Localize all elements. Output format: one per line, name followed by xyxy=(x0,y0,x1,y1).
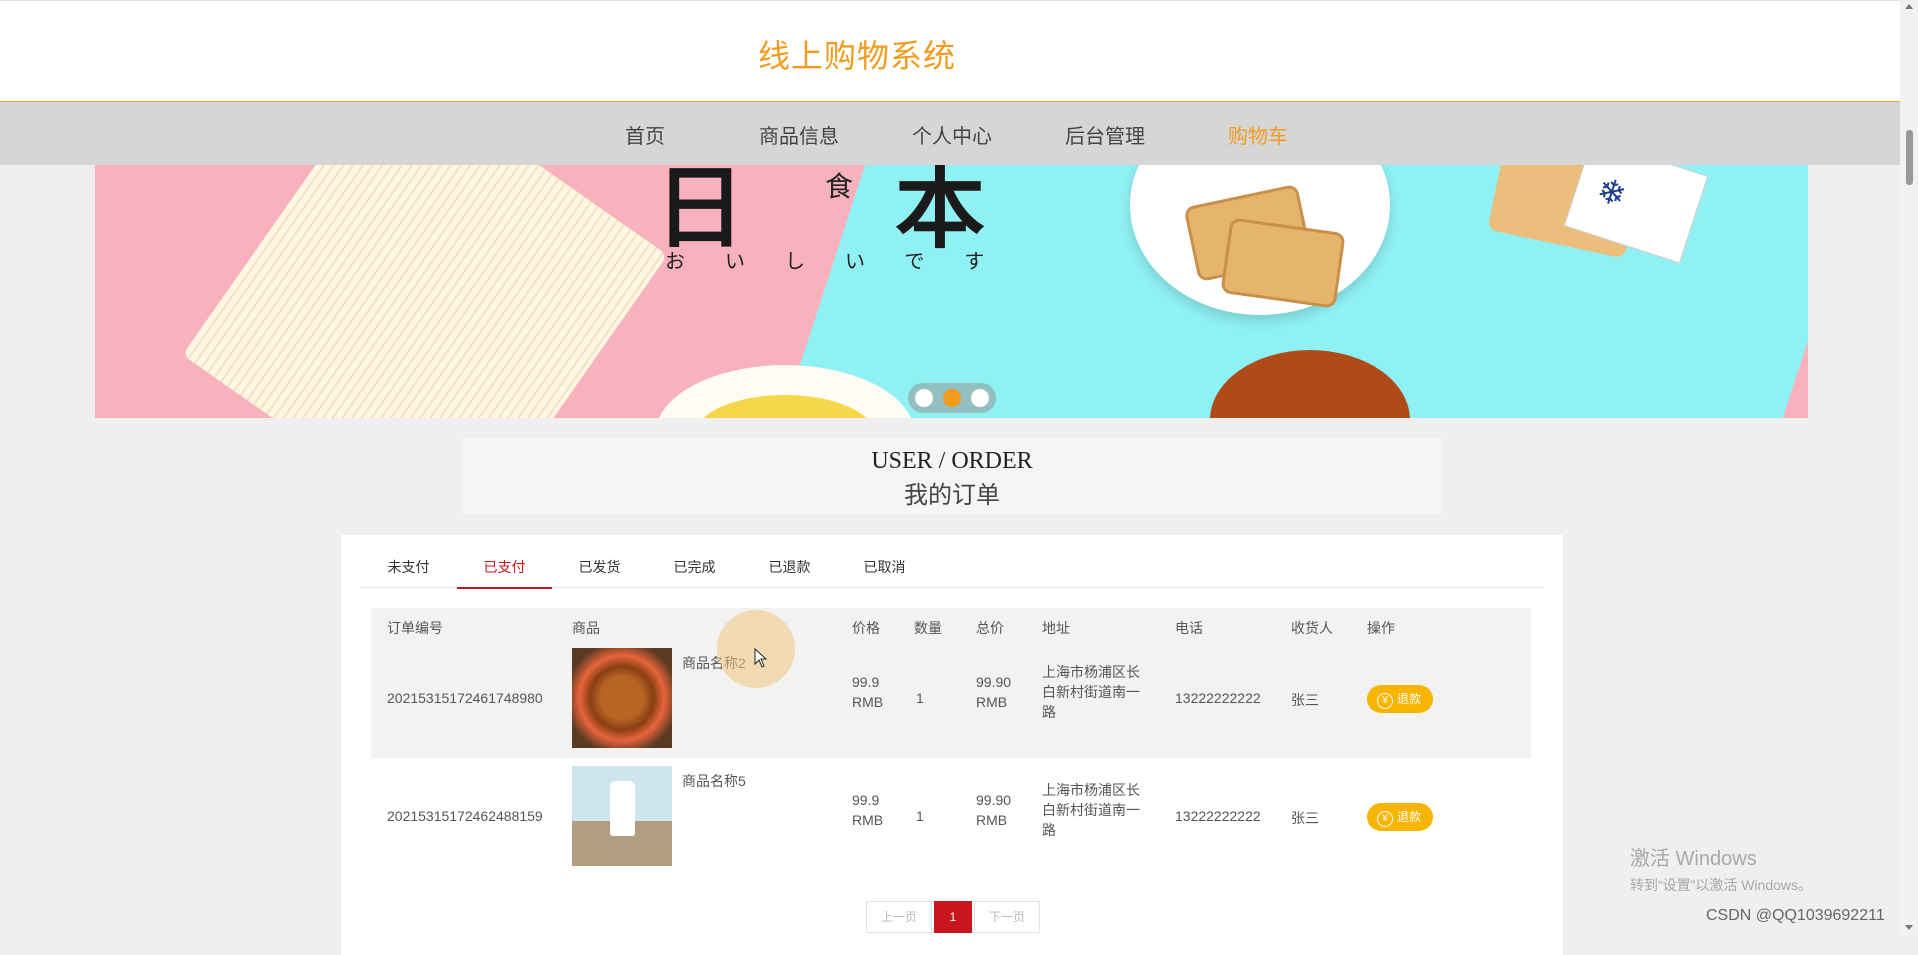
receiver: 张三 xyxy=(1291,810,1319,826)
price-unit: RMB xyxy=(852,812,884,828)
col-phone: 电话 xyxy=(1175,620,1203,636)
total-value: 99.90 xyxy=(976,674,1012,690)
address-line: 上海市杨浦区长 xyxy=(1042,782,1140,798)
col-total: 总价 xyxy=(976,620,1004,636)
nav-item-home[interactable]: 首页 xyxy=(625,120,665,149)
address-line: 白新村街道南一 xyxy=(1042,802,1140,818)
main-nav: 首页 商品信息 个人中心 后台管理 购物车 xyxy=(0,102,1900,165)
tab-cancelled[interactable]: 已取消 xyxy=(837,557,932,587)
nav-item-admin[interactable]: 后台管理 xyxy=(1065,120,1145,149)
milk-image[interactable] xyxy=(572,766,672,866)
col-action: 操作 xyxy=(1367,620,1395,636)
price-unit: RMB xyxy=(852,694,884,710)
col-quantity: 数量 xyxy=(914,620,942,636)
section-title-cn: 我的订单 xyxy=(904,483,1000,509)
col-price: 价格 xyxy=(852,620,880,636)
total-value: 99.90 xyxy=(976,792,1012,808)
site-title[interactable]: 线上购物系统 xyxy=(758,31,956,77)
address: 上海市杨浦区长 白新村街道南一 路 xyxy=(1042,662,1140,722)
quantity: 1 xyxy=(916,690,924,706)
carousel-dots xyxy=(908,383,996,413)
table-row: 20215315172462488159 商品名称5 99.9 RMB 1 99… xyxy=(371,758,1531,876)
address-line: 上海市杨浦区长 xyxy=(1042,664,1140,680)
scroll-down-arrow-icon[interactable] xyxy=(1905,925,1913,930)
nav-item-products[interactable]: 商品信息 xyxy=(759,120,839,149)
section-title-en: USER / ORDER xyxy=(871,448,1033,474)
price: 99.9 RMB xyxy=(852,790,883,830)
scroll-thumb[interactable] xyxy=(1906,130,1913,185)
table-row: 20215315172461748980 商品名称2 99.9 RMB 1 99… xyxy=(371,640,1531,758)
price: 99.9 RMB xyxy=(852,672,883,712)
scroll-up-arrow-icon[interactable] xyxy=(1905,4,1913,9)
address-line: 路 xyxy=(1042,822,1056,838)
receiver: 张三 xyxy=(1291,692,1319,708)
order-number: 20215315172461748980 xyxy=(387,690,543,706)
address-line: 路 xyxy=(1042,704,1056,720)
col-address: 地址 xyxy=(1042,620,1070,636)
address-line: 白新村街道南一 xyxy=(1042,684,1140,700)
header-bar: 线上购物系统 xyxy=(0,0,1900,103)
yen-icon: ¥ xyxy=(1377,811,1393,827)
prev-page-button[interactable]: 上一页 xyxy=(866,901,932,933)
banner-noodles xyxy=(182,165,668,418)
col-product: 商品 xyxy=(572,620,600,636)
banner-kana: おいしいです xyxy=(665,251,1025,273)
total-unit: RMB xyxy=(976,694,1008,710)
order-table: 订单编号 商品 价格 数量 总价 地址 电话 收货人 操作 2021531517… xyxy=(371,608,1531,876)
snowflake-icon: ❄ xyxy=(1592,170,1631,216)
tab-completed[interactable]: 已完成 xyxy=(647,557,742,587)
total: 99.90 RMB xyxy=(976,790,1011,830)
order-number: 20215315172462488159 xyxy=(387,808,543,824)
col-receiver: 收货人 xyxy=(1291,620,1333,636)
refund-button[interactable]: ¥ 退款 xyxy=(1367,685,1433,713)
refund-label: 退款 xyxy=(1397,810,1422,824)
price-value: 99.9 xyxy=(852,674,880,690)
price-value: 99.9 xyxy=(852,792,880,808)
mouse-pointer-icon xyxy=(754,648,768,668)
tab-unpaid[interactable]: 未支付 xyxy=(361,557,456,587)
page-number-button[interactable]: 1 xyxy=(934,901,972,933)
banner-char-shi: 食 xyxy=(825,171,854,202)
carousel-dot-2[interactable] xyxy=(943,389,961,407)
table-header: 订单编号 商品 价格 数量 总价 地址 电话 收货人 操作 xyxy=(371,608,1531,640)
banner-carousel[interactable]: ❄ 日 食 本 おいしいです xyxy=(95,165,1808,418)
yen-icon: ¥ xyxy=(1377,693,1393,709)
refund-label: 退款 xyxy=(1397,692,1422,706)
carousel-dot-1[interactable] xyxy=(915,389,933,407)
col-order-no: 订单编号 xyxy=(387,620,443,636)
address: 上海市杨浦区长 白新村街道南一 路 xyxy=(1042,780,1140,840)
quantity: 1 xyxy=(916,808,924,824)
vertical-scrollbar[interactable] xyxy=(1900,0,1918,936)
tab-shipped[interactable]: 已发货 xyxy=(552,557,647,587)
nav-item-profile[interactable]: 个人中心 xyxy=(912,120,992,149)
total: 99.90 RMB xyxy=(976,672,1011,712)
phone: 13222222222 xyxy=(1175,808,1261,824)
carousel-dot-3[interactable] xyxy=(971,389,989,407)
tab-paid[interactable]: 已支付 xyxy=(457,557,552,589)
csdn-credit: CSDN @QQ1039692211 xyxy=(1706,907,1885,924)
refund-button[interactable]: ¥ 退款 xyxy=(1367,803,1433,831)
product-name[interactable]: 商品名称5 xyxy=(682,771,746,791)
watermark-line2: 转到“设置”以激活 Windows。 xyxy=(1630,877,1813,893)
phone: 13222222222 xyxy=(1175,690,1261,706)
order-status-tabs: 未支付 已支付 已发货 已完成 已退款 已取消 xyxy=(361,535,1543,589)
section-heading: USER / ORDER 我的订单 xyxy=(462,438,1442,514)
order-panel: 未支付 已支付 已发货 已完成 已退款 已取消 订单编号 商品 价格 数量 总价… xyxy=(341,535,1563,955)
fried-chicken-image[interactable] xyxy=(572,648,672,748)
total-unit: RMB xyxy=(976,812,1008,828)
watermark-line1: 激活 Windows xyxy=(1630,848,1757,870)
next-page-button[interactable]: 下一页 xyxy=(974,901,1040,933)
tab-refunded[interactable]: 已退款 xyxy=(742,557,837,587)
banner-biscuit xyxy=(1220,217,1346,309)
windows-activation-watermark: 激活 Windows 转到“设置”以激活 Windows。 xyxy=(1630,842,1812,895)
nav-item-cart[interactable]: 购物车 xyxy=(1228,120,1288,149)
